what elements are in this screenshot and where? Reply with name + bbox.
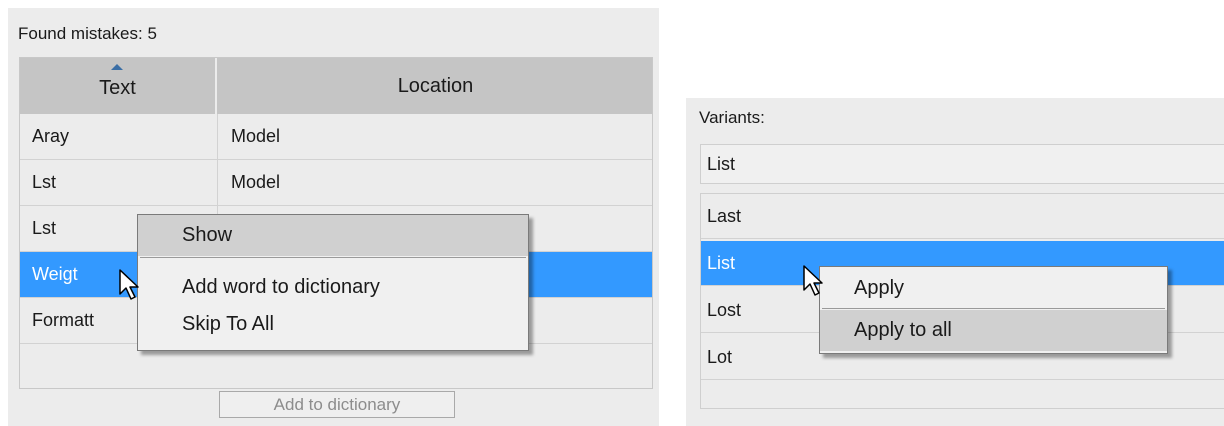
- table-row[interactable]: Aray Model: [20, 114, 652, 160]
- menu-item-apply[interactable]: Apply: [820, 269, 1167, 307]
- cell-text: Aray: [32, 126, 70, 146]
- list-item-label: Lost: [707, 300, 742, 320]
- menu-item-add-word[interactable]: Add word to dictionary: [138, 270, 528, 304]
- add-to-dictionary-button[interactable]: Add to dictionary: [219, 391, 455, 418]
- column-header-location-label: Location: [397, 74, 474, 97]
- column-header-text-label: Text: [99, 76, 136, 99]
- variant-input[interactable]: List: [700, 144, 1224, 184]
- column-divider: [217, 160, 218, 205]
- mistakes-panel: Found mistakes: 5 Text Location Aray Mod…: [8, 8, 659, 426]
- sort-ascending-icon: [111, 64, 123, 70]
- variant-context-menu: Apply Apply to all: [819, 266, 1168, 354]
- cell-text: Lst: [32, 218, 57, 238]
- found-mistakes-label: Found mistakes: 5: [18, 24, 157, 43]
- menu-item-skip-to-all[interactable]: Skip To All: [138, 307, 528, 341]
- table-row[interactable]: Lst Model: [20, 160, 652, 206]
- menu-item-apply-to-all[interactable]: Apply to all: [820, 310, 1167, 351]
- column-divider: [217, 114, 218, 159]
- mouse-cursor-icon: [119, 269, 139, 300]
- column-header-location[interactable]: Location: [219, 58, 652, 114]
- cell-location: Model: [231, 172, 281, 192]
- cell-text: Lst: [32, 172, 57, 192]
- mouse-cursor-icon: [803, 265, 823, 296]
- cell-location: Model: [231, 126, 281, 146]
- list-item-label: Lot: [707, 347, 733, 367]
- list-item-label: List: [707, 253, 736, 273]
- menu-separator: [822, 308, 1165, 309]
- menu-item-show[interactable]: Show: [138, 215, 528, 256]
- variants-label: Variants:: [699, 108, 765, 127]
- menu-separator: [140, 257, 526, 258]
- cell-text: Formatt: [32, 310, 95, 330]
- column-header-text[interactable]: Text: [20, 58, 217, 114]
- mistake-context-menu: Show Add word to dictionary Skip To All: [137, 214, 529, 351]
- table-header: Text Location: [20, 58, 652, 114]
- cell-text: Weigt: [32, 264, 78, 284]
- variant-input-value: List: [707, 154, 736, 174]
- variants-panel: Variants: List Last List Lost Lot Apply …: [686, 98, 1224, 426]
- list-item-label: Last: [707, 206, 742, 226]
- list-item[interactable]: Last: [701, 194, 1224, 239]
